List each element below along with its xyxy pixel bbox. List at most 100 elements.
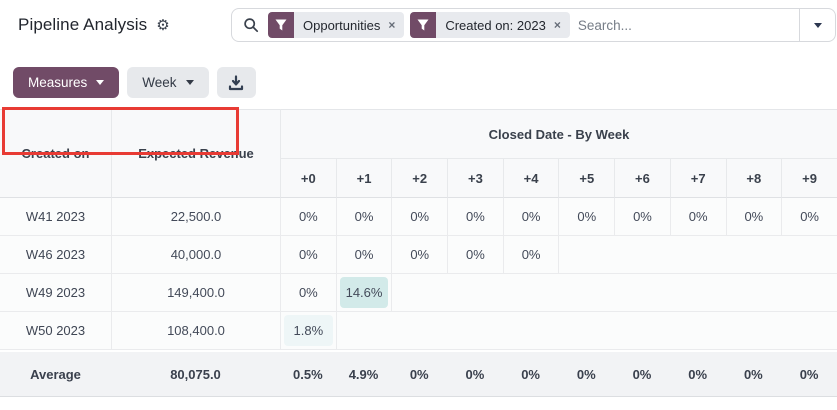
measures-button-label: Measures <box>28 75 87 90</box>
cohort-cell[interactable]: 0% <box>391 236 447 274</box>
facet-label: Created on: 2023 <box>445 18 545 33</box>
cohort-cell <box>447 312 503 350</box>
average-row: Average80,075.00.5%4.9%0%0%0%0%0%0%0%0% <box>0 350 837 397</box>
expected-revenue-cell[interactable]: 149,400.0 <box>111 274 280 312</box>
cohort-cell[interactable]: 0% <box>336 236 392 274</box>
average-cell: 0% <box>670 350 726 397</box>
cohort-cell <box>447 274 503 312</box>
cohort-cell[interactable]: 0% <box>280 274 336 312</box>
cohort-cell[interactable]: 0% <box>447 236 503 274</box>
table-row: W49 2023149,400.00%14.6% <box>0 274 837 312</box>
average-label: Average <box>0 350 111 397</box>
period-header: +6 <box>614 159 670 198</box>
cohort-cell-highlight: 14.6% <box>340 277 389 308</box>
cohort-cell[interactable]: 1.8% <box>280 312 336 350</box>
cohort-cell[interactable]: 0% <box>280 236 336 274</box>
cohort-cell <box>670 312 726 350</box>
cohort-cell[interactable]: 14.6% <box>336 274 392 312</box>
average-cell: 0.5% <box>280 350 336 397</box>
column-header-expected-revenue: Expected Revenue <box>111 109 280 198</box>
average-revenue: 80,075.0 <box>111 350 280 397</box>
filter-funnel-icon <box>268 12 294 38</box>
cohort-cell <box>614 236 670 274</box>
column-group-header-closed-date: Closed Date - By Week <box>280 109 837 159</box>
period-header: +9 <box>781 159 837 198</box>
expected-revenue-cell[interactable]: 40,000.0 <box>111 236 280 274</box>
cohort-cell <box>614 274 670 312</box>
cohort-cell[interactable]: 0% <box>781 198 837 236</box>
cohort-cell <box>336 312 392 350</box>
search-dropdown-toggle[interactable] <box>799 9 835 41</box>
period-header: +8 <box>726 159 782 198</box>
cohort-cell <box>781 236 837 274</box>
row-label: W50 2023 <box>0 312 111 350</box>
cohort-cell <box>503 312 559 350</box>
gear-icon[interactable]: ⚙ <box>156 18 169 33</box>
average-cell: 0% <box>614 350 670 397</box>
chevron-down-icon <box>186 80 194 85</box>
cohort-cell[interactable]: 0% <box>447 198 503 236</box>
cohort-cell <box>614 312 670 350</box>
period-header: +2 <box>391 159 447 198</box>
cohort-cell[interactable]: 0% <box>503 236 559 274</box>
cohort-table-footer: Average80,075.00.5%4.9%0%0%0%0%0%0%0%0% <box>0 350 837 397</box>
cohort-cell[interactable]: 0% <box>670 198 726 236</box>
expected-revenue-cell[interactable]: 22,500.0 <box>111 198 280 236</box>
table-row: W46 202340,000.00%0%0%0%0% <box>0 236 837 274</box>
row-label: W46 2023 <box>0 236 111 274</box>
cohort-cell <box>391 274 447 312</box>
facet-remove-icon[interactable]: × <box>388 19 395 31</box>
control-panel: Measures Week <box>0 50 837 109</box>
cohort-cell <box>781 312 837 350</box>
measures-button[interactable]: Measures <box>13 67 119 98</box>
cohort-cell <box>558 236 614 274</box>
period-header: +7 <box>670 159 726 198</box>
average-cell: 0% <box>726 350 782 397</box>
cohort-cell <box>558 312 614 350</box>
search-icon <box>243 17 259 33</box>
expected-revenue-cell[interactable]: 108,400.0 <box>111 312 280 350</box>
interval-week-button[interactable]: Week <box>127 67 208 98</box>
cohort-table-body: W41 202322,500.00%0%0%0%0%0%0%0%0%0%W46 … <box>0 198 837 350</box>
page-title: Pipeline Analysis <box>18 15 147 35</box>
cohort-cell <box>726 312 782 350</box>
period-header: +3 <box>447 159 503 198</box>
table-row: W41 202322,500.00%0%0%0%0%0%0%0%0%0% <box>0 198 837 236</box>
search-facet-created-on-2023: Created on: 2023 × <box>410 12 569 38</box>
interval-button-label: Week <box>142 75 176 90</box>
cohort-cell <box>558 274 614 312</box>
table-row: W50 2023108,400.01.8% <box>0 312 837 350</box>
cohort-cell[interactable]: 0% <box>280 198 336 236</box>
filter-funnel-icon <box>410 12 436 38</box>
cohort-cell <box>726 236 782 274</box>
cohort-cell <box>781 274 837 312</box>
chevron-down-icon <box>814 23 822 28</box>
average-cell: 0% <box>781 350 837 397</box>
cohort-cell[interactable]: 0% <box>558 198 614 236</box>
search-input[interactable] <box>576 17 799 34</box>
cohort-cell[interactable]: 0% <box>391 198 447 236</box>
average-cell: 0% <box>391 350 447 397</box>
chevron-down-icon <box>96 80 104 85</box>
row-label: W49 2023 <box>0 274 111 312</box>
period-header: +1 <box>336 159 392 198</box>
cohort-cell[interactable]: 0% <box>503 198 559 236</box>
cohort-cell[interactable]: 0% <box>614 198 670 236</box>
cohort-cell[interactable]: 0% <box>726 198 782 236</box>
average-cell: 0% <box>558 350 614 397</box>
row-label: W41 2023 <box>0 198 111 236</box>
cohort-cell <box>726 274 782 312</box>
facet-label: Opportunities <box>303 18 380 33</box>
cohort-cell[interactable]: 0% <box>336 198 392 236</box>
search-facet-opportunities: Opportunities × <box>268 12 404 38</box>
download-button[interactable] <box>217 67 256 98</box>
cohort-cell <box>503 274 559 312</box>
cohort-cell <box>391 312 447 350</box>
period-header: +0 <box>280 159 336 198</box>
facet-remove-icon[interactable]: × <box>554 19 561 31</box>
cohort-cell-highlight: 1.8% <box>284 315 333 346</box>
search-bar[interactable]: Opportunities × Created on: 2023 × <box>231 8 836 42</box>
period-header: +4 <box>503 159 559 198</box>
average-cell: 4.9% <box>336 350 392 397</box>
period-header: +5 <box>558 159 614 198</box>
